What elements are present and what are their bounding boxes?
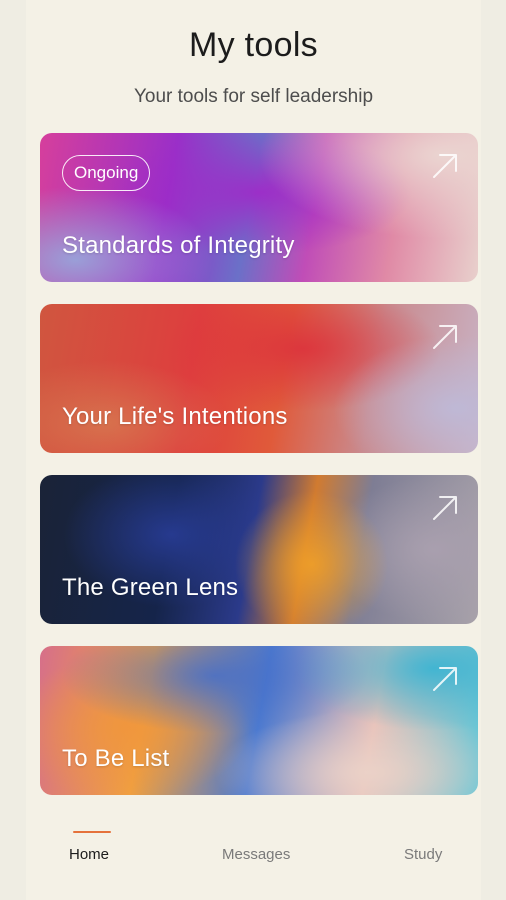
active-tab-indicator [73, 831, 111, 833]
tool-card-to-be-list[interactable]: To Be List [40, 646, 478, 795]
page-title: My tools [189, 26, 318, 64]
tab-study[interactable]: Study [404, 846, 442, 863]
page-subtitle: Your tools for self leadership [133, 86, 374, 107]
app-screen: My tools Your tools for self leadership … [26, 0, 481, 900]
tool-card-title: Your Life's Intentions [62, 403, 288, 430]
tool-card-title: To Be List [62, 745, 170, 772]
tab-messages[interactable]: Messages [222, 846, 290, 863]
bottom-tab-bar: Home Messages Study [26, 820, 481, 900]
arrow-up-right-icon [433, 154, 457, 178]
status-badge: Ongoing [62, 155, 151, 191]
tool-card-standards-of-integrity[interactable]: Ongoing Standards of Integrity [40, 133, 478, 282]
arrow-up-right-icon [433, 667, 457, 691]
tool-card-your-lifes-intentions[interactable]: Your Life's Intentions [40, 304, 478, 453]
tool-card-title: The Green Lens [62, 574, 239, 601]
tool-card-the-green-lens[interactable]: The Green Lens [40, 475, 478, 624]
tab-home[interactable]: Home [69, 846, 109, 863]
tool-card-title: Standards of Integrity [62, 232, 295, 259]
arrow-up-right-icon [433, 496, 457, 520]
arrow-up-right-icon [433, 325, 457, 349]
